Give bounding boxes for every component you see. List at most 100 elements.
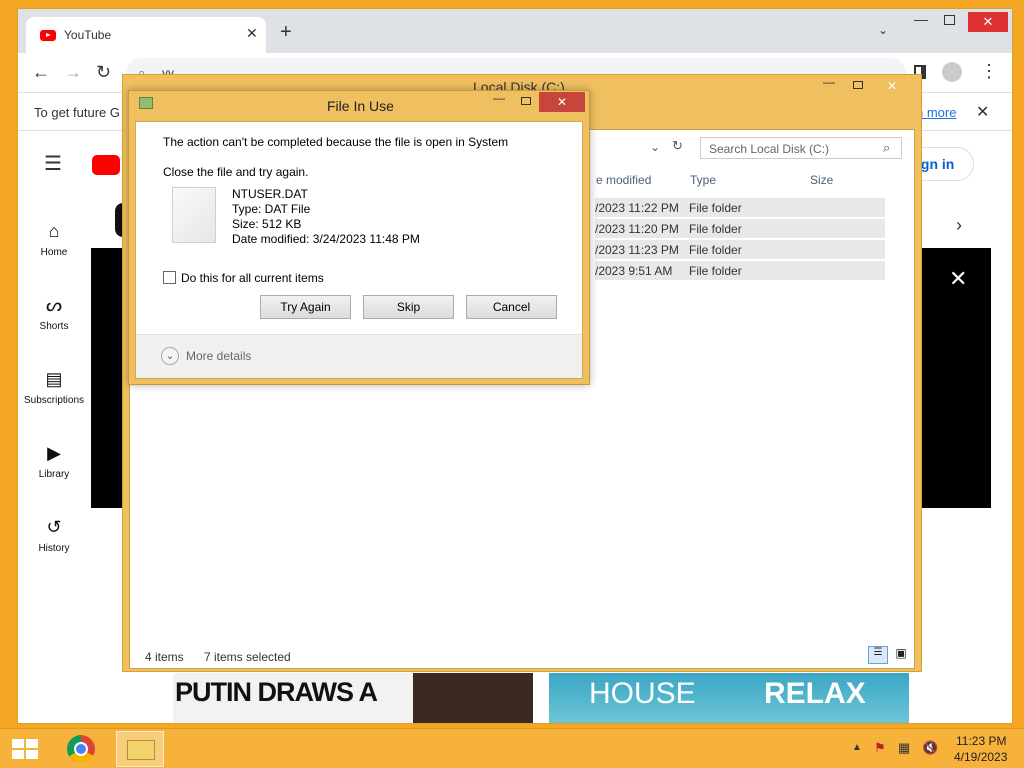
row-modified: /2023 9:51 AM: [595, 264, 673, 278]
sidebar-item-history[interactable]: ↺ History: [18, 517, 90, 554]
file-icon: [172, 187, 216, 243]
youtube-favicon-icon: [40, 30, 56, 41]
infobar-close-icon[interactable]: ✕: [976, 102, 989, 122]
file-modified: Date modified: 3/24/2023 11:48 PM: [232, 232, 420, 246]
details-view-icon[interactable]: ☰: [868, 646, 888, 664]
table-row[interactable]: /2023 11:20 PM File folder: [595, 219, 885, 239]
minimize-icon[interactable]: —: [914, 11, 928, 27]
dialog-app-icon: [139, 97, 153, 109]
close-overlay-icon[interactable]: ✕: [949, 266, 967, 292]
library-icon: ▶: [47, 443, 61, 463]
refresh-icon[interactable]: ↻: [672, 138, 683, 154]
file-name: NTUSER.DAT: [232, 187, 308, 201]
windows-start-icon[interactable]: [12, 739, 38, 759]
apply-all-checkbox[interactable]: [163, 271, 176, 284]
table-row[interactable]: /2023 9:51 AM File folder: [595, 261, 885, 281]
network-icon[interactable]: ▦: [898, 740, 910, 756]
row-type: File folder: [689, 201, 742, 215]
dialog-instruction: Close the file and try again.: [163, 165, 309, 179]
sidebar-item-shorts[interactable]: ᔕ Shorts: [18, 295, 90, 332]
sidebar-item-subscriptions[interactable]: ▤ Subscriptions: [18, 369, 90, 406]
dialog-minimize-icon[interactable]: —: [493, 91, 505, 105]
close-window-icon[interactable]: ✕: [968, 12, 1008, 32]
chips-next-icon[interactable]: ›: [956, 215, 962, 236]
explorer-maximize-icon[interactable]: [853, 81, 863, 89]
more-details-link[interactable]: More details: [186, 349, 251, 363]
thumbnail-text: PUTIN DRAWS A: [175, 677, 378, 707]
dialog-body: The action can't be completed because th…: [135, 121, 583, 379]
row-type: File folder: [689, 222, 742, 236]
learn-more-link[interactable]: n more: [916, 105, 956, 120]
search-icon: ⌕: [883, 140, 891, 155]
volume-muted-icon[interactable]: 🔇: [922, 740, 938, 756]
file-size: Size: 512 KB: [232, 217, 302, 231]
sign-in-label: ign in: [917, 156, 955, 172]
reload-icon[interactable]: ↻: [96, 62, 111, 83]
profile-avatar-icon[interactable]: [942, 62, 962, 82]
explorer-close-icon[interactable]: ✕: [871, 77, 913, 95]
table-row[interactable]: /2023 11:23 PM File folder: [595, 240, 885, 260]
clock-time[interactable]: 11:23 PM: [956, 734, 1006, 748]
show-hidden-icons-icon[interactable]: ▲: [852, 742, 862, 753]
sidebar-item-label: Library: [38, 469, 70, 480]
explorer-minimize-icon[interactable]: —: [823, 75, 835, 89]
tab-search-chevron-icon[interactable]: ⌄: [878, 23, 888, 37]
tab-strip: YouTube ✕ + ⌄ — ✕: [18, 9, 1012, 53]
back-icon[interactable]: ←: [32, 62, 50, 83]
video-thumbnail[interactable]: HOUSE RELAX: [549, 673, 909, 723]
sidebar-item-library[interactable]: ▶ Library: [18, 443, 90, 480]
dialog-title: File In Use: [327, 98, 394, 114]
video-thumbnail[interactable]: PUTIN DRAWS A: [173, 673, 533, 723]
thumbnail-image: [413, 673, 533, 723]
tab-close-icon[interactable]: ✕: [246, 25, 258, 42]
sidebar-item-label: History: [38, 543, 70, 554]
sidebar-item-label: Subscriptions: [23, 395, 85, 406]
tab-youtube[interactable]: YouTube ✕: [26, 17, 266, 53]
taskbar: ▲ ⚑ ▦ 🔇 11:23 PM 4/19/2023: [0, 728, 1024, 768]
hamburger-menu-icon[interactable]: ☰: [44, 151, 62, 176]
column-date-modified[interactable]: e modified: [596, 173, 651, 187]
search-placeholder: Search Local Disk (C:): [709, 142, 830, 156]
new-tab-icon[interactable]: +: [280, 21, 292, 44]
row-modified: /2023 11:22 PM: [595, 201, 679, 215]
dialog-maximize-icon[interactable]: [521, 97, 531, 105]
apply-all-label: Do this for all current items: [181, 271, 324, 285]
column-type[interactable]: Type: [690, 173, 716, 187]
sidebar-item-label: Shorts: [39, 321, 69, 332]
clock-date[interactable]: 4/19/2023: [954, 750, 1007, 764]
cancel-button[interactable]: Cancel: [466, 295, 557, 319]
subscriptions-icon: ▤: [45, 369, 63, 389]
file-in-use-dialog: File In Use — ✕ The action can't be comp…: [128, 90, 590, 385]
file-type: Type: DAT File: [232, 202, 311, 216]
table-row[interactable]: /2023 11:22 PM File folder: [595, 198, 885, 218]
forward-icon[interactable]: →: [64, 62, 82, 83]
column-size[interactable]: Size: [810, 173, 833, 187]
row-type: File folder: [689, 264, 742, 278]
status-item-count: 4 items: [145, 650, 184, 664]
explorer-search-input[interactable]: Search Local Disk (C:) ⌕: [700, 137, 902, 159]
dropdown-chevron-icon[interactable]: ⌄: [650, 140, 660, 154]
sidebar-item-label: Home: [40, 247, 68, 258]
action-center-flag-icon[interactable]: ⚑: [874, 740, 886, 756]
dialog-close-icon[interactable]: ✕: [539, 92, 585, 112]
thumbnail-text: RELAX: [764, 677, 866, 710]
thumbnail-text: HOUSE: [589, 677, 696, 710]
infobar-text: To get future G: [34, 105, 120, 120]
maximize-icon[interactable]: [944, 15, 955, 25]
row-type: File folder: [689, 243, 742, 257]
history-icon: ↺: [46, 517, 62, 537]
status-selected-count: 7 items selected: [204, 650, 291, 664]
shorts-icon: ᔕ: [45, 295, 63, 315]
menu-kebab-icon[interactable]: ⋮: [980, 61, 998, 82]
more-details-chevron-icon[interactable]: ⌄: [161, 347, 179, 365]
chrome-taskbar-icon[interactable]: [57, 731, 105, 767]
large-icons-view-icon[interactable]: ▣: [892, 646, 910, 664]
dialog-footer: ⌄ More details: [136, 334, 582, 378]
row-modified: /2023 11:23 PM: [595, 243, 679, 257]
skip-button[interactable]: Skip: [363, 295, 454, 319]
tab-title: YouTube: [64, 28, 112, 42]
try-again-button[interactable]: Try Again: [260, 295, 351, 319]
sidebar-item-home[interactable]: ⌂ Home: [18, 221, 90, 258]
youtube-logo-icon[interactable]: [92, 155, 120, 175]
file-explorer-taskbar-icon[interactable]: [116, 731, 164, 767]
